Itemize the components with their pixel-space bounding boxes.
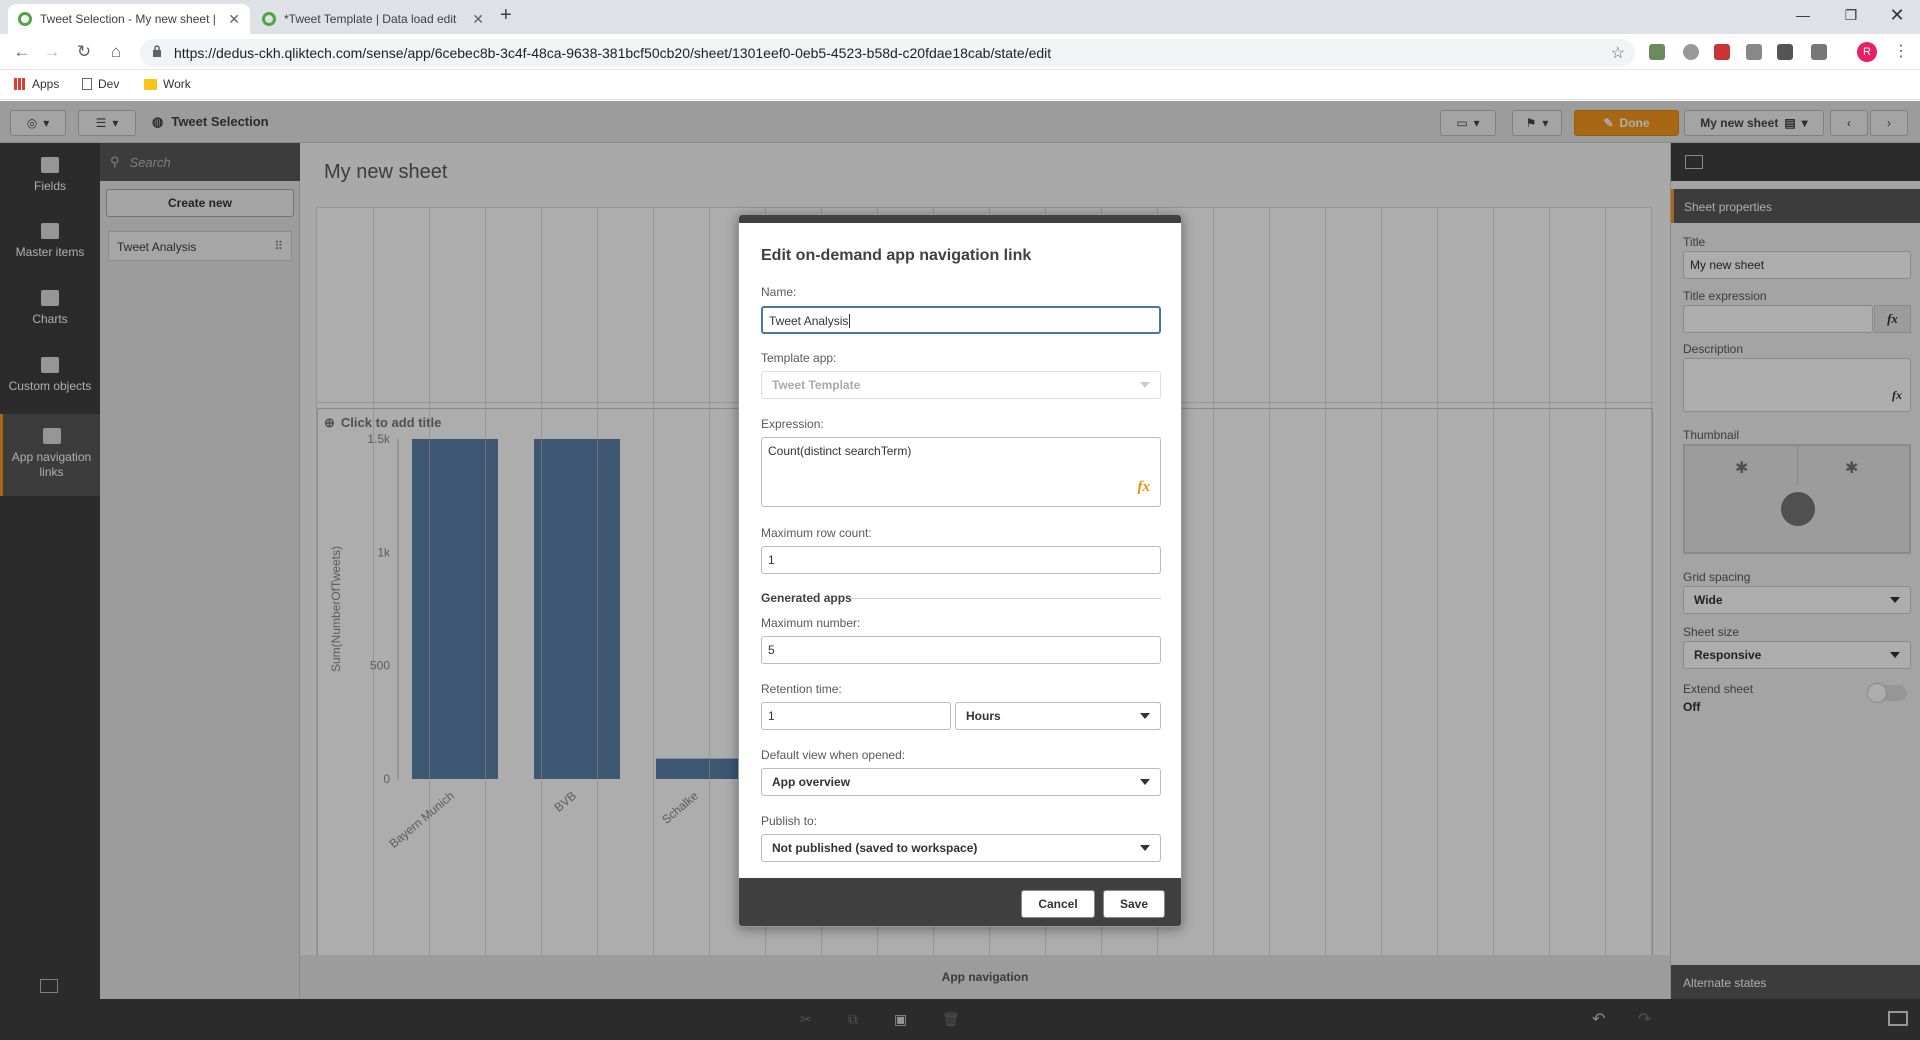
chevron-down-icon bbox=[1140, 713, 1150, 719]
restore-icon[interactable]: ❐ bbox=[1828, 0, 1874, 30]
publish-to-label: Publish to: bbox=[761, 814, 818, 828]
fx-icon[interactable]: fx bbox=[1138, 479, 1151, 496]
save-button[interactable]: Save bbox=[1103, 890, 1165, 918]
url-text: https://dedus-ckh.qliktech.com/sense/app… bbox=[174, 45, 1052, 61]
name-input[interactable]: Tweet Analysis bbox=[761, 306, 1161, 334]
max-number-input[interactable]: 5 bbox=[761, 636, 1161, 664]
publish-to-select[interactable]: Not published (saved to workspace) bbox=[761, 834, 1161, 862]
new-tab-button[interactable]: + bbox=[500, 4, 512, 27]
qr-icon[interactable] bbox=[1777, 44, 1793, 60]
star-icon[interactable]: ☆ bbox=[1611, 43, 1625, 63]
qlik-favicon-icon bbox=[18, 12, 32, 26]
retention-unit-select[interactable]: Hours bbox=[955, 702, 1161, 730]
dialog-title: Edit on-demand app navigation link bbox=[761, 247, 1032, 264]
lock-icon bbox=[153, 45, 161, 57]
tab-title: Tweet Selection - My new sheet | bbox=[40, 12, 216, 26]
bookmark-label: Dev bbox=[98, 77, 120, 91]
edit-nav-link-dialog: Edit on-demand app navigation link Name:… bbox=[738, 214, 1182, 927]
expression-input[interactable]: Count(distinct searchTerm) fx bbox=[761, 437, 1161, 507]
extension-icon[interactable] bbox=[1811, 44, 1827, 60]
minimize-icon[interactable]: — bbox=[1780, 0, 1826, 30]
divider bbox=[851, 598, 1161, 599]
text-cursor bbox=[849, 314, 851, 328]
expression-label: Expression: bbox=[761, 417, 824, 431]
extension-icon[interactable] bbox=[1649, 44, 1665, 60]
chevron-down-icon bbox=[1140, 845, 1150, 851]
apps-grid-icon bbox=[14, 78, 26, 90]
retention-time-label: Retention time: bbox=[761, 682, 842, 696]
bookmark-work[interactable]: Work bbox=[144, 77, 191, 91]
name-label: Name: bbox=[761, 285, 797, 299]
back-icon[interactable]: ← bbox=[10, 40, 34, 64]
extension-icon[interactable] bbox=[1746, 44, 1762, 60]
forward-icon[interactable]: → bbox=[40, 40, 64, 64]
default-view-select[interactable]: App overview bbox=[761, 768, 1161, 796]
url-input[interactable]: https://dedus-ckh.qliktech.com/sense/app… bbox=[140, 39, 1635, 67]
retention-time-input[interactable]: 1 bbox=[761, 702, 951, 730]
browser-tab-active[interactable]: Tweet Selection - My new sheet | ✕ bbox=[8, 4, 250, 34]
home-icon[interactable]: ⌂ bbox=[104, 40, 128, 64]
max-row-count-input[interactable]: 1 bbox=[761, 546, 1161, 574]
close-tab-icon[interactable]: ✕ bbox=[228, 11, 240, 28]
browser-tab-bar: Tweet Selection - My new sheet | ✕ *Twee… bbox=[0, 0, 1920, 34]
browser-tab[interactable]: *Tweet Template | Data load edit ✕ bbox=[252, 4, 494, 34]
page-icon bbox=[82, 78, 92, 90]
menu-icon[interactable]: ⋮ bbox=[1893, 41, 1909, 61]
chevron-down-icon bbox=[1140, 382, 1150, 388]
dialog-top-bar bbox=[739, 215, 1181, 223]
bookmark-dev[interactable]: Dev bbox=[82, 77, 119, 91]
chevron-down-icon bbox=[1140, 779, 1150, 785]
cancel-button[interactable]: Cancel bbox=[1021, 890, 1095, 918]
bookmark-label: Apps bbox=[32, 77, 60, 91]
profile-avatar[interactable]: R bbox=[1857, 42, 1877, 62]
flag-icon[interactable] bbox=[1714, 44, 1730, 60]
bookmarks-bar: Apps Dev Work bbox=[0, 70, 1920, 100]
extension-icon[interactable] bbox=[1683, 44, 1699, 60]
close-tab-icon[interactable]: ✕ bbox=[472, 11, 484, 28]
dialog-footer: Cancel Save bbox=[739, 878, 1181, 926]
reload-icon[interactable]: ↻ bbox=[72, 40, 96, 64]
template-app-select[interactable]: Tweet Template bbox=[761, 371, 1161, 399]
close-window-icon[interactable]: ✕ bbox=[1874, 0, 1920, 30]
qlik-favicon-icon bbox=[262, 12, 276, 26]
max-number-label: Maximum number: bbox=[761, 616, 861, 630]
template-app-label: Template app: bbox=[761, 351, 837, 365]
default-view-label: Default view when opened: bbox=[761, 748, 906, 762]
bookmark-label: Work bbox=[163, 77, 191, 91]
address-bar: ← → ↻ ⌂ https://dedus-ckh.qliktech.com/s… bbox=[0, 34, 1920, 70]
bookmark-apps[interactable]: Apps bbox=[14, 77, 59, 91]
folder-icon bbox=[144, 78, 157, 90]
max-row-count-label: Maximum row count: bbox=[761, 526, 872, 540]
generated-apps-heading: Generated apps bbox=[761, 591, 852, 605]
tab-title: *Tweet Template | Data load edit bbox=[284, 12, 457, 26]
